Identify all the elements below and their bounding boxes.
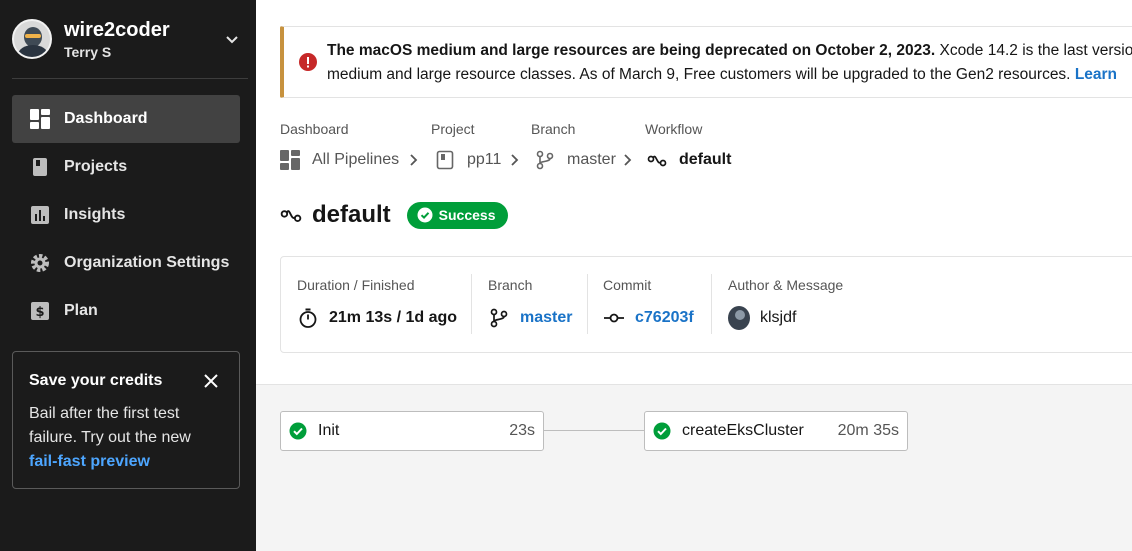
breadcrumb-project[interactable]: pp11 <box>435 148 501 172</box>
org-switcher[interactable]: wire2coder Terry S <box>0 0 256 78</box>
duration-value-row: 21m 13s / 1d ago <box>297 306 457 330</box>
breadcrumb-label-workflow: Workflow <box>645 121 703 137</box>
status-text: Success <box>438 207 496 223</box>
breadcrumb-all-pipelines[interactable]: All Pipelines <box>280 148 399 172</box>
breadcrumb-text: pp11 <box>467 151 502 168</box>
breadcrumb-text: master <box>567 151 616 168</box>
error-icon <box>299 53 317 71</box>
fail-fast-preview-link[interactable]: fail-fast preview <box>29 450 209 474</box>
svg-text:$: $ <box>35 305 44 320</box>
breadcrumb-workflow[interactable]: default <box>647 148 731 172</box>
detail-divider <box>587 274 588 334</box>
detail-divider <box>471 274 472 334</box>
banner-text-line2: medium and large resource classes. As of… <box>327 66 1075 83</box>
breadcrumb-text: default <box>679 151 732 168</box>
chevron-down-icon[interactable] <box>224 31 240 47</box>
sidebar-item-label: Insights <box>64 206 126 223</box>
duration-label: Duration / Finished <box>297 277 415 293</box>
org-avatar <box>12 19 52 59</box>
commit-message: klsjdf <box>760 309 797 326</box>
main-content: The macOS medium and large resources are… <box>256 0 1132 551</box>
job-connector <box>544 430 644 431</box>
org-name: wire2coder <box>64 18 170 41</box>
credits-body: Bail after the first test failure. Try o… <box>29 402 209 474</box>
duration-value: 21m 13s / 1d ago <box>329 309 458 326</box>
author-value-row: klsjdf <box>728 306 796 330</box>
sidebar-item-label: Plan <box>64 302 98 319</box>
job-name: createEksCluster <box>682 422 804 439</box>
status-badge: Success <box>406 201 508 229</box>
check-circle-icon <box>289 422 307 440</box>
job-duration: 20m 35s <box>837 422 899 439</box>
save-credits-card: Save your credits Bail after the first t… <box>12 351 240 489</box>
commit-link[interactable]: c76203f <box>635 309 694 327</box>
sidebar: wire2coder Terry S Dashboard Projects In… <box>0 0 256 551</box>
job-duration: 23s <box>509 422 535 439</box>
dollar-icon: $ <box>30 301 50 321</box>
branch-value-row: master <box>488 306 572 330</box>
banner-bold-text: The macOS medium and large resources are… <box>327 42 936 59</box>
job-init[interactable]: Init 23s <box>280 411 544 451</box>
banner-text-line1: Xcode 14.2 is the last version <box>935 42 1132 59</box>
workflow-title-row: default Success <box>280 198 508 232</box>
page-title: default <box>312 201 391 228</box>
project-icon <box>435 150 455 170</box>
breadcrumb-branch[interactable]: master <box>535 148 616 172</box>
chevron-right-icon <box>624 154 632 166</box>
close-icon[interactable] <box>203 373 219 389</box>
breadcrumb-text: All Pipelines <box>312 151 400 168</box>
banner-text: The macOS medium and large resources are… <box>327 39 1132 87</box>
workflow-icon <box>280 210 302 222</box>
gear-icon <box>30 253 50 273</box>
breadcrumb-label-dashboard: Dashboard <box>280 121 349 137</box>
commit-value-row: c76203f <box>603 306 694 330</box>
job-name: Init <box>318 422 340 439</box>
insights-icon <box>30 205 50 225</box>
workflow-icon <box>647 150 667 170</box>
sidebar-item-insights[interactable]: Insights <box>12 191 240 239</box>
learn-more-link[interactable]: Learn <box>1075 66 1117 83</box>
commit-label: Commit <box>603 277 652 293</box>
credits-title: Save your credits <box>29 372 163 389</box>
sidebar-item-label: Projects <box>64 158 128 175</box>
chevron-right-icon <box>410 154 418 166</box>
author-avatar <box>728 306 750 330</box>
branch-icon <box>535 150 555 170</box>
chevron-right-icon <box>511 154 519 166</box>
sidebar-item-projects[interactable]: Projects <box>12 143 240 191</box>
org-user: Terry S <box>64 43 112 60</box>
workflow-graph: Init 23s createEksCluster 20m 35s <box>256 384 1132 551</box>
branch-link[interactable]: master <box>520 309 572 327</box>
deprecation-banner: The macOS medium and large resources are… <box>280 26 1132 98</box>
commit-icon <box>603 307 625 329</box>
sidebar-item-plan[interactable]: $ Plan <box>12 287 240 335</box>
sidebar-item-label: Dashboard <box>64 110 148 127</box>
check-circle-icon <box>653 422 671 440</box>
job-create-eks-cluster[interactable]: createEksCluster 20m 35s <box>644 411 908 451</box>
sidebar-item-organization-settings[interactable]: Organization Settings <box>12 239 240 287</box>
branch-label: Branch <box>488 277 533 293</box>
sidebar-divider <box>12 78 248 79</box>
author-label: Author & Message <box>728 277 844 293</box>
sidebar-item-label: Organization Settings <box>64 254 230 271</box>
stopwatch-icon <box>297 307 319 329</box>
detail-divider <box>711 274 712 334</box>
breadcrumb-label-project: Project <box>431 121 475 137</box>
workflow-details-panel: Duration / Finished 21m 13s / 1d ago Bra… <box>280 256 1132 353</box>
check-circle-icon <box>417 207 433 223</box>
dashboard-icon <box>30 109 50 129</box>
branch-icon <box>488 307 510 329</box>
projects-icon <box>30 157 50 177</box>
sidebar-item-dashboard[interactable]: Dashboard <box>12 95 240 143</box>
breadcrumb-label-branch: Branch <box>531 121 576 137</box>
credits-body-text: Bail after the first test failure. Try o… <box>29 405 191 446</box>
pipelines-icon <box>280 150 300 170</box>
